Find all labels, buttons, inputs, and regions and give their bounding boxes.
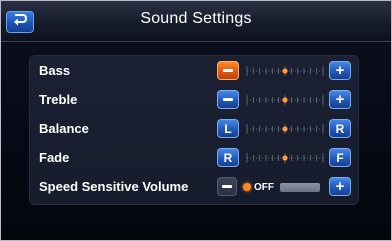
fade-front-button[interactable]: F xyxy=(329,148,351,167)
balance-left-button[interactable]: L xyxy=(217,119,239,138)
setting-label: Bass xyxy=(39,63,71,78)
setting-row-balance: Balance L R xyxy=(29,116,359,142)
treble-decrease-button[interactable] xyxy=(217,90,239,109)
setting-label: Speed Sensitive Volume xyxy=(39,179,189,194)
setting-label: Balance xyxy=(39,121,89,136)
setting-row-speed-sensitive-volume: Speed Sensitive Volume OFF + xyxy=(29,174,359,200)
bass-increase-button[interactable]: + xyxy=(329,61,351,80)
minus-icon xyxy=(223,69,233,72)
setting-label: Treble xyxy=(39,92,78,107)
speed-volume-increase-button[interactable]: + xyxy=(329,177,351,196)
left-letter: L xyxy=(224,121,232,136)
treble-increase-button[interactable]: + xyxy=(329,90,351,109)
plus-icon: + xyxy=(335,178,345,195)
state-text: OFF xyxy=(254,181,274,193)
level-knob xyxy=(282,155,288,161)
page-title: Sound Settings xyxy=(140,10,252,27)
level-knob xyxy=(282,126,288,132)
title-bar: Sound Settings xyxy=(1,1,391,42)
speed-volume-state: OFF xyxy=(243,179,274,195)
minus-icon xyxy=(223,98,233,101)
setting-row-treble: Treble + xyxy=(29,87,359,113)
level-slider[interactable] xyxy=(245,65,325,77)
level-knob xyxy=(282,97,288,103)
fade-rear-button[interactable]: R xyxy=(217,148,239,167)
minus-icon xyxy=(222,185,232,188)
level-slider[interactable] xyxy=(245,94,325,106)
plus-icon: + xyxy=(335,91,345,108)
right-letter: F xyxy=(336,150,344,165)
balance-right-button[interactable]: R xyxy=(329,119,351,138)
setting-row-bass: Bass + xyxy=(29,58,359,84)
speed-volume-level-bar xyxy=(280,183,320,192)
sound-settings-screen: Sound Settings Bass + Treble + Balance L… xyxy=(0,0,392,241)
speed-volume-decrease-button[interactable] xyxy=(217,177,237,196)
status-indicator-icon xyxy=(243,183,251,191)
left-letter: R xyxy=(223,150,233,165)
level-knob xyxy=(282,68,288,74)
setting-row-fade: Fade R F xyxy=(29,145,359,171)
level-slider[interactable] xyxy=(245,152,325,164)
level-slider[interactable] xyxy=(245,123,325,135)
bass-decrease-button[interactable] xyxy=(217,61,239,80)
right-letter: R xyxy=(335,121,345,136)
plus-icon: + xyxy=(335,62,345,79)
setting-label: Fade xyxy=(39,150,70,165)
